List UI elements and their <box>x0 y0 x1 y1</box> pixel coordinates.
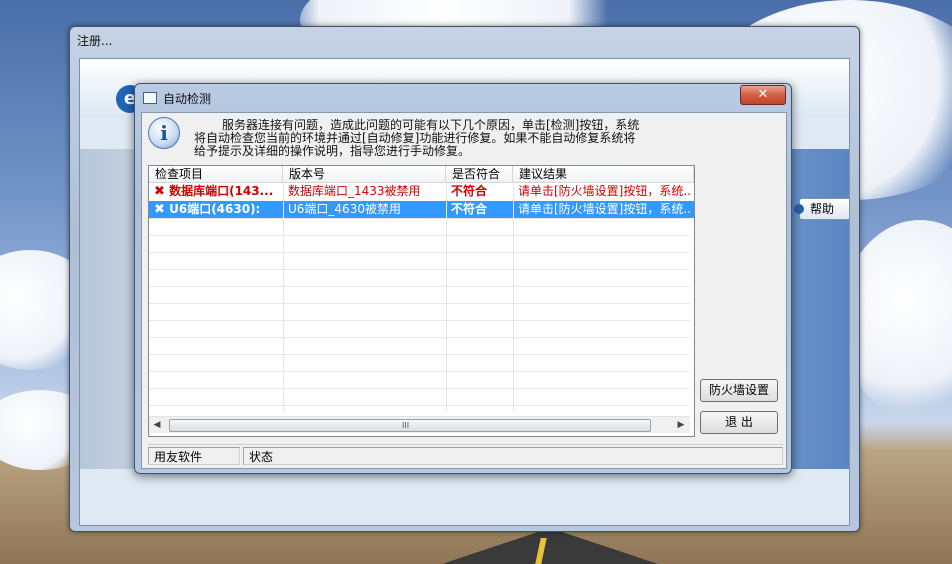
column-header-version[interactable]: 版本号 <box>283 166 446 182</box>
horizontal-scrollbar[interactable]: ◀ III ▶ <box>149 416 690 433</box>
match-cell: 不符合 <box>451 184 488 198</box>
auto-detect-dialog: 自动检测 ✕ i 服务器连接有问题，造成此问题的可能有以下几个原因，单击[检测]… <box>134 83 792 474</box>
road-shape <box>430 528 670 564</box>
check-item-cell: ✖ 数据库端口(143... <box>149 183 283 200</box>
match-cell: 不符合 <box>451 202 488 216</box>
list-header: 检查项目 版本号 是否符合 建议结果 <box>149 166 694 183</box>
table-row[interactable]: ✖ 数据库端口(143... 数据库端口_1433被禁用 不符合 请单击[防火墙… <box>149 183 694 200</box>
dialog-message: 服务器连接有问题，造成此问题的可能有以下几个原因，单击[检测]按钮，系统 将自动… <box>194 119 684 158</box>
grid-row-line <box>149 371 690 372</box>
grid-row-line <box>149 337 690 338</box>
grid-column-line <box>446 182 447 412</box>
scrollbar-thumb[interactable]: III <box>169 419 651 432</box>
grid-row-line <box>149 303 690 304</box>
close-icon: ✕ <box>757 87 769 102</box>
grid-column-line <box>283 182 284 412</box>
check-item-cell: ✖ U6端口(4630): <box>149 201 283 218</box>
check-item-name: 数据库端口(143... <box>169 184 274 198</box>
dialog-content: i 服务器连接有问题，造成此问题的可能有以下几个原因，单击[检测]按钮，系统 将… <box>141 112 787 469</box>
grid-row-line <box>149 405 690 406</box>
grid-row-line <box>149 354 690 355</box>
scroll-right-icon[interactable]: ▶ <box>673 417 689 433</box>
error-x-icon: ✖ <box>154 184 165 199</box>
table-row[interactable]: ✖ U6端口(4630): U6端口_4630被禁用 不符合 请单击[防火墙设置… <box>149 201 694 218</box>
message-line: 给予提示及详细的操作说明，指导您进行手动修复。 <box>194 144 471 158</box>
check-item-name: U6端口(4630): <box>169 202 261 216</box>
firewall-settings-button[interactable]: 防火墙设置 <box>700 379 778 402</box>
status-text: 状态 <box>243 447 783 465</box>
scroll-grip-icon: III <box>402 421 410 430</box>
grid-row-line <box>149 218 690 219</box>
advice-cell: 请单击[防火墙设置]按钮，系统... <box>518 184 690 198</box>
status-bar: 用友软件 状态 <box>148 444 784 467</box>
window-system-icon[interactable] <box>143 92 157 104</box>
grid-row-line <box>149 286 690 287</box>
dialog-title: 自动检测 <box>163 92 212 106</box>
grid-row-line <box>149 235 690 236</box>
advice-cell: 请单击[防火墙设置]按钮，系统... <box>518 202 690 216</box>
grid-column-line <box>513 182 514 412</box>
column-header-advice[interactable]: 建议结果 <box>513 166 694 182</box>
status-company: 用友软件 <box>148 447 240 465</box>
grid-row-line <box>149 269 690 270</box>
help-icon <box>794 204 804 214</box>
close-button[interactable]: ✕ <box>740 85 786 105</box>
register-window-title: 注册... <box>77 34 113 48</box>
scroll-left-icon[interactable]: ◀ <box>149 417 165 433</box>
grid-row-line <box>149 388 690 389</box>
version-cell: 数据库端口_1433被禁用 <box>288 184 421 198</box>
grid-row-line <box>149 252 690 253</box>
exit-button[interactable]: 退 出 <box>700 411 778 434</box>
error-x-icon: ✖ <box>154 202 165 217</box>
help-button[interactable]: 帮助 <box>794 198 849 220</box>
check-results-list[interactable]: 检查项目 版本号 是否符合 建议结果 ✖ 数据库端口(143... 数据库端口_… <box>148 165 695 437</box>
column-header-check-item[interactable]: 检查项目 <box>149 166 283 182</box>
grid-row-line <box>149 320 690 321</box>
info-icon: i <box>148 117 180 149</box>
help-button-label: 帮助 <box>810 202 835 216</box>
version-cell: U6端口_4630被禁用 <box>288 202 401 216</box>
column-header-match[interactable]: 是否符合 <box>446 166 513 182</box>
